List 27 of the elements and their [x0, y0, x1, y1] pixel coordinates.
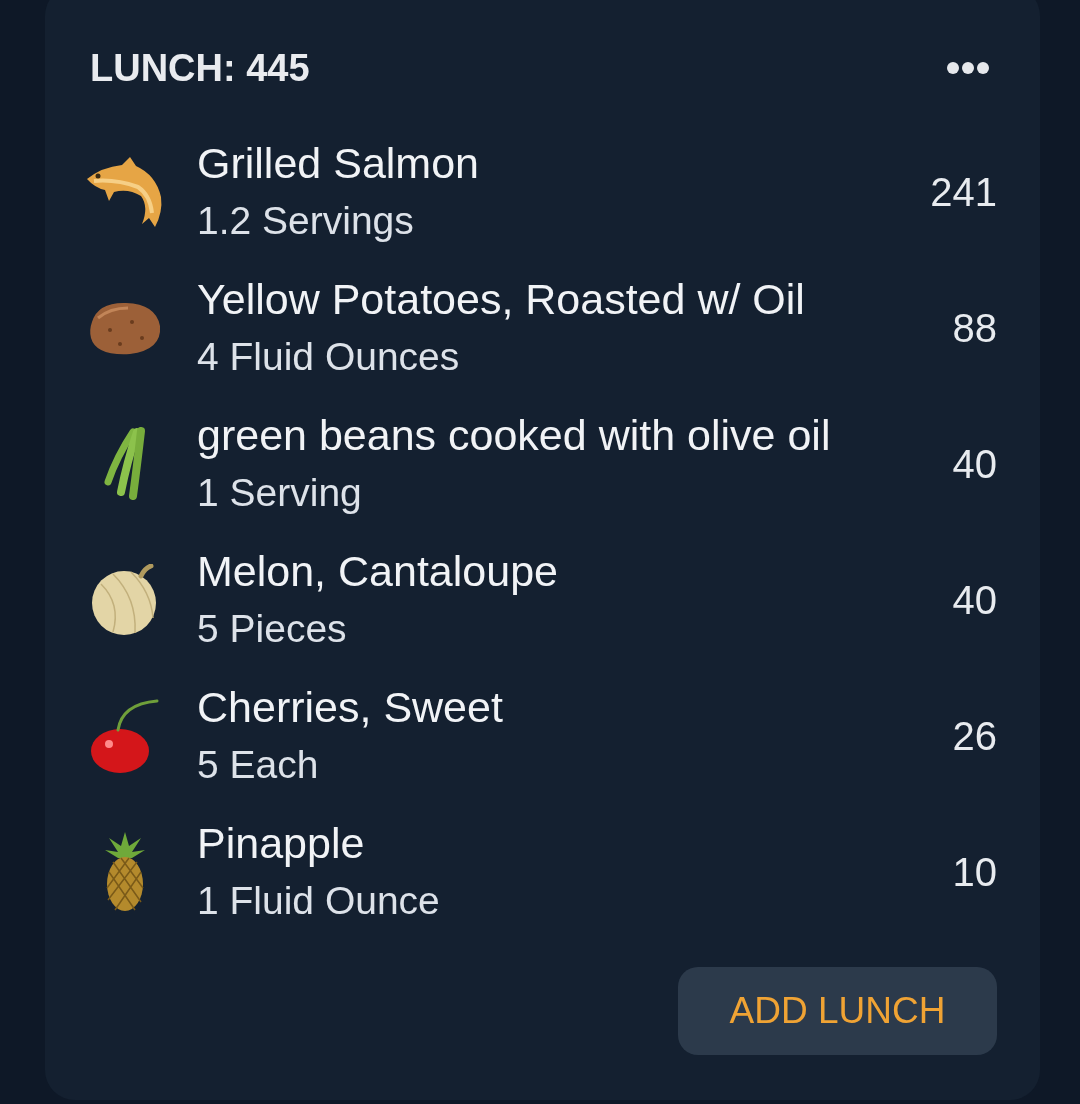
food-name: Yellow Potatoes, Roasted w/ Oil [197, 274, 805, 325]
food-name: green beans cooked with olive oil [197, 410, 831, 461]
serving-size: 4 Fluid Ounces [197, 334, 460, 380]
food-name: Pinapple [197, 818, 365, 869]
pineapple-icon [105, 832, 145, 912]
food-name: Melon, Cantaloupe [197, 546, 558, 597]
more-icon[interactable] [947, 62, 989, 74]
serving-size: 5 Pieces [197, 606, 347, 652]
food-name: Cherries, Sweet [197, 682, 503, 733]
serving-size: 1 Fluid Ounce [197, 878, 440, 924]
meal-title: LUNCH: 445 [90, 46, 310, 91]
food-name: Grilled Salmon [197, 138, 479, 189]
serving-size: 1 Serving [197, 470, 362, 516]
calorie-count: 26 [952, 713, 997, 759]
potato-icon [88, 300, 162, 356]
calorie-count: 241 [930, 169, 997, 215]
calorie-count: 88 [952, 305, 997, 351]
fish-icon [86, 157, 164, 227]
serving-size: 1.2 Servings [197, 198, 414, 244]
serving-size: 5 Each [197, 742, 319, 788]
melon-icon [91, 564, 159, 636]
bean-pods-icon [103, 426, 147, 502]
calorie-count: 40 [952, 577, 997, 623]
cherry-icon [90, 698, 160, 774]
calorie-count: 10 [952, 849, 997, 895]
add-lunch-button[interactable]: ADD LUNCH [678, 967, 997, 1055]
calorie-count: 40 [952, 441, 997, 487]
